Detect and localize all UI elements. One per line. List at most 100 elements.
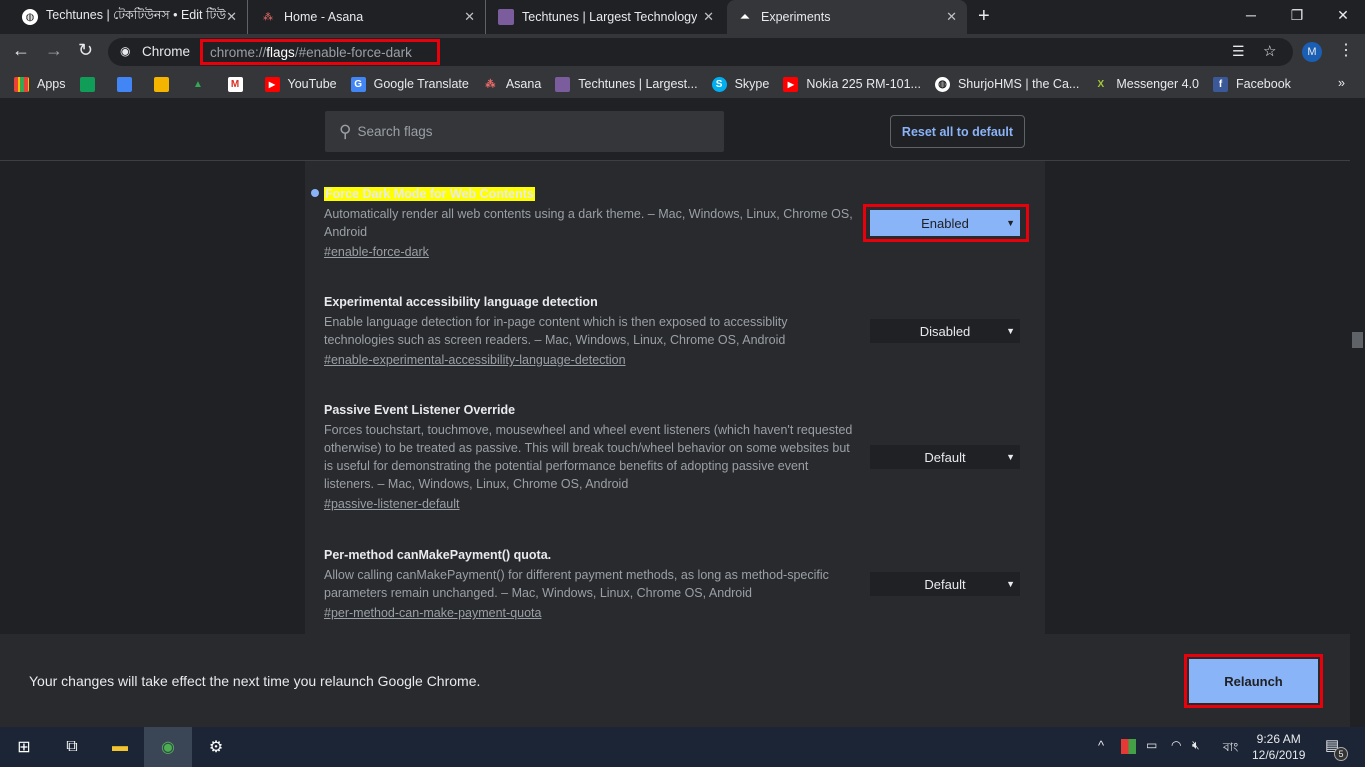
flag-select-force-dark[interactable]: Enabled ▼ xyxy=(870,210,1020,236)
youtube-icon: ▶ xyxy=(264,76,280,92)
messenger-x-icon: X xyxy=(1097,78,1105,90)
techtunes-icon xyxy=(498,9,514,25)
bookmark-youtube[interactable]: ▶ YouTube xyxy=(264,76,337,92)
bookmark-sheets[interactable] xyxy=(79,76,103,92)
techtunes-icon xyxy=(555,76,571,92)
docs-icon xyxy=(116,76,132,92)
youtube-icon: ▶ xyxy=(783,76,799,92)
close-tab-icon[interactable]: ✕ xyxy=(703,9,714,25)
flag-passive-listener: Passive Event Listener Override Forces t… xyxy=(324,401,859,513)
tab-techtunes-edit[interactable]: ◍ Techtunes | টেকটিউনস • Edit টিউ ✕ xyxy=(12,0,248,34)
bookmark-drive[interactable]: ▲ xyxy=(191,77,214,92)
flag-link[interactable]: #enable-experimental-accessibility-langu… xyxy=(324,351,859,369)
flask-icon: ⏶ xyxy=(739,9,751,24)
relaunch-message: Your changes will take effect the next t… xyxy=(29,673,481,689)
clock[interactable]: 9:26 AM 12/6/2019 xyxy=(1252,731,1305,763)
relaunch-bar: Your changes will take effect the next t… xyxy=(0,634,1350,727)
globe-icon: ◍ xyxy=(934,76,950,92)
flag-can-make-payment: Per-method canMakePayment() quota. Allow… xyxy=(324,546,859,622)
facebook-icon: f xyxy=(1213,76,1229,92)
close-tab-icon[interactable]: ✕ xyxy=(946,9,957,25)
chrome-taskbar-icon[interactable]: ◉ xyxy=(144,727,192,767)
bookmark-facebook[interactable]: f Facebook xyxy=(1213,76,1291,92)
start-button[interactable]: ⊞ xyxy=(0,727,48,767)
bookmark-apps[interactable]: Apps xyxy=(14,76,66,92)
task-view-button[interactable]: ⧉ xyxy=(48,727,96,767)
flag-title: Passive Event Listener Override xyxy=(324,403,516,417)
site-label: Chrome xyxy=(142,44,191,59)
flag-link[interactable]: #per-method-can-make-payment-quota xyxy=(324,604,859,622)
relaunch-button[interactable]: Relaunch xyxy=(1189,659,1318,703)
menu-icon[interactable]: ⋮ xyxy=(1338,40,1354,60)
wifi-icon[interactable]: ◠ xyxy=(1171,738,1181,752)
restore-button[interactable]: ❐ xyxy=(1274,0,1320,30)
tab-asana[interactable]: ⁂ Home - Asana ✕ xyxy=(250,0,486,34)
drive-icon: ▲ xyxy=(193,78,203,90)
slides-icon xyxy=(153,76,169,92)
notification-count-badge: 5 xyxy=(1334,747,1348,761)
flag-title: Force Dark Mode for Web Contents xyxy=(324,187,535,201)
skype-icon: S xyxy=(711,76,727,92)
tab-strip: ◍ Techtunes | টেকটিউনস • Edit টিউ ✕ ⁂ Home … xyxy=(0,0,1365,34)
search-flags-input[interactable]: ⚲ Search flags xyxy=(325,111,724,152)
tab-techtunes[interactable]: Techtunes | Largest Technology S ✕ xyxy=(488,0,724,34)
scrollbar[interactable] xyxy=(1350,98,1365,727)
file-explorer-icon[interactable]: ▬ xyxy=(96,727,144,767)
bookmarks-bar: Apps ▲ M ▶ YouTube G Google Translate ⁂ Asa… xyxy=(0,70,1365,98)
close-tab-icon[interactable]: ✕ xyxy=(464,9,475,25)
bookmark-google-translate[interactable]: G Google Translate xyxy=(350,76,469,92)
battery-icon[interactable]: ▭ xyxy=(1146,738,1157,752)
bookmark-docs[interactable] xyxy=(116,76,140,92)
bookmark-nokia[interactable]: ▶ Nokia 225 RM-101... xyxy=(783,76,921,92)
flag-accessibility-language: Experimental accessibility language dete… xyxy=(324,293,859,369)
bookmark-gmail[interactable]: M xyxy=(227,76,251,92)
flag-link[interactable]: #passive-listener-default xyxy=(324,495,859,513)
asana-icon: ⁂ xyxy=(263,11,273,23)
flag-description: Allow calling canMakePayment() for diffe… xyxy=(324,568,829,600)
app-tray-icon[interactable] xyxy=(1121,739,1136,754)
scrollbar-thumb[interactable] xyxy=(1352,332,1363,348)
volume-muted-icon[interactable]: 🔇︎ xyxy=(1192,738,1200,753)
dropdown-arrow-icon: ▼ xyxy=(1006,218,1015,228)
bookmark-skype[interactable]: S Skype xyxy=(711,76,769,92)
bookmark-messenger[interactable]: X Messenger 4.0 xyxy=(1093,77,1199,92)
reset-all-button[interactable]: Reset all to default xyxy=(890,115,1025,148)
chrome-icon: ◉ xyxy=(120,44,131,58)
apps-grid-icon xyxy=(14,76,29,92)
new-tab-button[interactable]: + xyxy=(978,5,990,28)
close-tab-icon[interactable]: ✕ xyxy=(226,9,237,25)
globe-icon: ◍ xyxy=(22,9,38,25)
minimize-button[interactable]: ─ xyxy=(1228,0,1274,30)
bookmark-asana[interactable]: ⁂ Asana xyxy=(483,77,541,92)
bookmark-shurjohms[interactable]: ◍ ShurjoHMS | the Ca... xyxy=(934,76,1079,92)
sheets-icon xyxy=(79,76,95,92)
windows-taskbar: ⊞ ⧉ ▬ ◉ ⚙ ^ ▭ ◠ 🔇︎ বাং 9:26 AM 12/6/2019 … xyxy=(0,727,1365,767)
settings-gear-icon[interactable]: ⚙ xyxy=(192,727,240,767)
flag-link[interactable]: #enable-force-dark xyxy=(324,243,859,261)
tab-experiments[interactable]: ⏶ Experiments ✕ xyxy=(727,0,967,34)
flag-description: Enable language detection for in-page co… xyxy=(324,315,788,347)
reading-list-icon[interactable]: ☰ xyxy=(1232,43,1245,60)
bookmark-star-icon[interactable]: ☆ xyxy=(1263,42,1276,60)
flag-select-accessibility[interactable]: Disabled ▼ xyxy=(870,319,1020,343)
asana-icon: ⁂ xyxy=(485,78,496,90)
reload-button[interactable]: ↻ xyxy=(78,40,93,61)
flag-title: Per-method canMakePayment() quota. xyxy=(324,548,552,562)
omnibox[interactable]: ◉ Chrome chrome://flags/#enable-force-da… xyxy=(108,38,1293,66)
dropdown-arrow-icon: ▼ xyxy=(1006,452,1015,462)
back-button[interactable]: ← xyxy=(12,40,30,61)
show-hidden-icons[interactable]: ^ xyxy=(1098,738,1104,753)
language-indicator[interactable]: বাং xyxy=(1223,739,1238,759)
flag-force-dark: Force Dark Mode for Web Contents Automat… xyxy=(324,185,859,261)
more-bookmarks-icon[interactable]: » xyxy=(1338,76,1345,90)
bookmark-techtunes[interactable]: Techtunes | Largest... xyxy=(555,76,698,92)
url-text[interactable]: chrome://flags/#enable-force-dark xyxy=(200,39,440,65)
dropdown-arrow-icon: ▼ xyxy=(1006,579,1015,589)
close-window-button[interactable]: ✕ xyxy=(1320,0,1365,30)
flag-select-payment[interactable]: Default ▼ xyxy=(870,572,1020,596)
bookmark-slides[interactable] xyxy=(153,76,177,92)
flag-select-passive[interactable]: Default ▼ xyxy=(870,445,1020,469)
search-icon: ⚲ xyxy=(339,121,352,141)
forward-button[interactable]: → xyxy=(45,40,63,61)
profile-avatar[interactable]: M xyxy=(1302,42,1322,62)
